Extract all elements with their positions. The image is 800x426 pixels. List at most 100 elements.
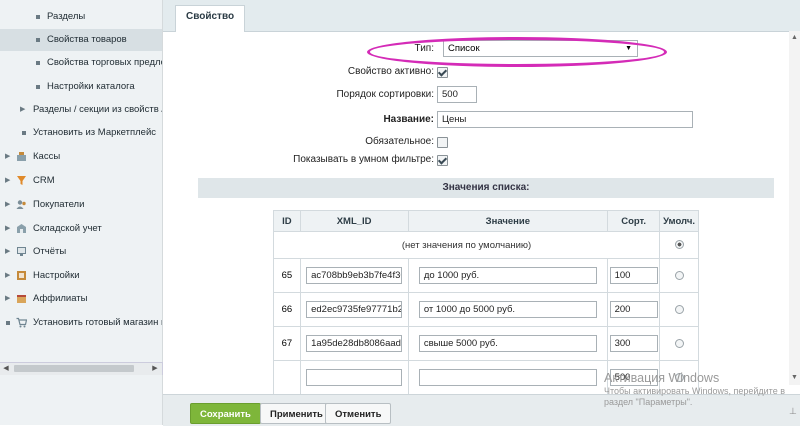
sidebar-item-label: Свойства торговых предложе <box>47 57 162 68</box>
sidebar-item-customers[interactable]: ▶ Покупатели <box>0 194 162 216</box>
sort-input[interactable]: 500 <box>609 369 658 386</box>
value-input[interactable]: свыше 5000 руб. <box>418 335 597 352</box>
xml-id-input[interactable]: ed2ec9735fe97771b23 <box>306 301 403 318</box>
sidebar-item-label: Настройки каталога <box>47 81 135 92</box>
sort-cell: 100 <box>607 258 661 293</box>
column-header-default: Умолч. <box>659 210 699 232</box>
action-footer: Сохранить Применить Отменить <box>163 394 800 426</box>
sidebar-item-reports[interactable]: ▶ Отчёты <box>0 241 162 263</box>
sidebar-item-affiliates[interactable]: ▶ Аффилиаты <box>0 288 162 310</box>
sort-input[interactable]: 200 <box>609 301 658 318</box>
settings-icon <box>17 271 26 280</box>
sidebar-item-settings[interactable]: ▶ Настройки <box>0 265 162 287</box>
bullet-icon <box>22 131 26 135</box>
sidebar-item-label: Настройки <box>33 270 80 281</box>
cart-icon <box>16 317 27 328</box>
xml-id-input[interactable] <box>306 369 403 386</box>
row-id: 67 <box>273 326 301 361</box>
xml-id-input[interactable]: ac708bb9eb3b7fe4f368 <box>306 267 403 284</box>
scrollbar-thumb[interactable] <box>14 365 134 372</box>
vertical-scrollbar[interactable]: ▲ ▼ <box>789 31 800 385</box>
column-header-value: Значение <box>407 210 609 232</box>
warehouse-icon <box>17 224 26 233</box>
expand-arrow-icon[interactable]: ▶ <box>5 170 10 192</box>
sidebar-item-sections[interactable]: Разделы <box>0 6 162 28</box>
scroll-down-icon[interactable]: ▼ <box>789 373 800 383</box>
column-header-id: ID <box>273 210 301 232</box>
sidebar-item-label: Покупатели <box>33 199 85 210</box>
sidebar-item-label: Кассы <box>33 151 61 162</box>
expand-arrow-icon[interactable]: ▶ <box>5 288 10 310</box>
sidebar-item-sections-from-properties[interactable]: ▶ Разделы / секции из свойств / Пр <box>0 99 162 121</box>
value-cell: до 1000 руб. <box>407 258 609 293</box>
table-row: 66 ed2ec9735fe97771b23 от 1000 до 5000 р… <box>273 292 699 327</box>
expand-arrow-icon[interactable]: ▶ <box>5 194 10 216</box>
affiliates-icon <box>17 295 26 303</box>
sidebar-item-crm[interactable]: ▶ CRM <box>0 170 162 192</box>
default-cell <box>659 292 699 327</box>
sidebar-item-catalog-settings[interactable]: Настройки каталога <box>0 76 162 98</box>
sidebar-item-label: Установить из Маркетплейс <box>33 127 156 138</box>
sidebar-item-offer-properties[interactable]: Свойства торговых предложе <box>0 52 162 74</box>
sidebar-item-label: Разделы <box>47 11 86 22</box>
sort-input[interactable]: 100 <box>609 267 658 284</box>
sidebar-item-warehouse[interactable]: ▶ Складской учет <box>0 218 162 240</box>
sidebar-item-install-marketplace[interactable]: Установить из Маркетплейс <box>0 122 162 144</box>
required-label: Обязательное: <box>365 136 434 147</box>
expand-arrow-icon[interactable]: ▶ <box>5 265 10 287</box>
type-select[interactable]: Список ▼ <box>443 40 638 57</box>
value-input[interactable]: от 1000 до 5000 руб. <box>418 301 597 318</box>
no-default-label: (нет значения по умолчанию) <box>272 231 661 259</box>
expand-arrow-icon[interactable]: ▶ <box>5 218 10 240</box>
pin-icon[interactable]: ⊥ <box>789 406 797 417</box>
column-header-xml-id: XML_ID <box>299 210 409 232</box>
xml-id-cell <box>299 360 409 395</box>
default-cell <box>659 258 699 293</box>
sort-cell: 500 <box>607 360 661 395</box>
required-checkbox[interactable] <box>437 137 448 148</box>
xml-id-input[interactable]: 1a95de28db8086aad5c <box>306 335 403 352</box>
sort-cell: 200 <box>607 292 661 327</box>
save-button[interactable]: Сохранить <box>190 403 261 424</box>
type-select-value: Список <box>448 43 480 54</box>
scroll-up-icon[interactable]: ▲ <box>789 33 800 43</box>
tab-property[interactable]: Свойство <box>175 5 246 32</box>
cancel-button[interactable]: Отменить <box>325 403 392 424</box>
sidebar-item-install-store[interactable]: Установить готовый магазин из М <box>0 312 162 334</box>
default-radio[interactable] <box>674 270 684 280</box>
sidebar-item-product-properties[interactable]: Свойства товаров <box>0 29 162 51</box>
bullet-icon <box>36 15 40 19</box>
table-row: 65 ac708bb9eb3b7fe4f368 до 1000 руб. 100 <box>273 258 699 293</box>
chevron-down-icon: ▼ <box>625 45 632 52</box>
scroll-left-icon[interactable]: ◀ <box>1 364 11 374</box>
smart-filter-checkbox[interactable] <box>437 155 448 166</box>
default-radio[interactable] <box>674 304 684 314</box>
apply-button[interactable]: Применить <box>260 403 333 424</box>
expand-arrow-icon[interactable]: ▶ <box>5 241 10 263</box>
sidebar-horizontal-scrollbar[interactable]: ◀ ▶ <box>0 362 163 375</box>
sort-input[interactable]: 500 <box>437 86 477 103</box>
expand-arrow-icon[interactable]: ▶ <box>5 146 10 168</box>
sidebar: Разделы Свойства товаров Свойства торгов… <box>0 0 163 362</box>
row-id <box>273 360 301 395</box>
row-id: 65 <box>273 258 301 293</box>
reports-icon <box>17 247 26 256</box>
table-row: 67 1a95de28db8086aad5c свыше 5000 руб. 3… <box>273 326 699 361</box>
default-radio[interactable] <box>674 240 684 250</box>
active-checkbox[interactable] <box>437 67 448 78</box>
sidebar-item-cash-registers[interactable]: ▶ Кассы <box>0 146 162 168</box>
scroll-right-icon[interactable]: ▶ <box>150 364 160 374</box>
value-input[interactable] <box>418 369 597 386</box>
value-input[interactable]: до 1000 руб. <box>418 267 597 284</box>
sidebar-item-label: CRM <box>33 175 55 186</box>
name-input[interactable]: Цены <box>437 111 693 128</box>
bullet-icon <box>36 38 40 42</box>
default-radio[interactable] <box>674 372 684 382</box>
sidebar-footer <box>0 375 163 425</box>
expand-arrow-icon[interactable]: ▶ <box>20 99 25 121</box>
xml-id-cell: 1a95de28db8086aad5c <box>299 326 409 361</box>
active-label: Свойство активно: <box>347 66 434 77</box>
sort-cell: 300 <box>607 326 661 361</box>
default-radio[interactable] <box>674 338 684 348</box>
sort-input[interactable]: 300 <box>609 335 658 352</box>
